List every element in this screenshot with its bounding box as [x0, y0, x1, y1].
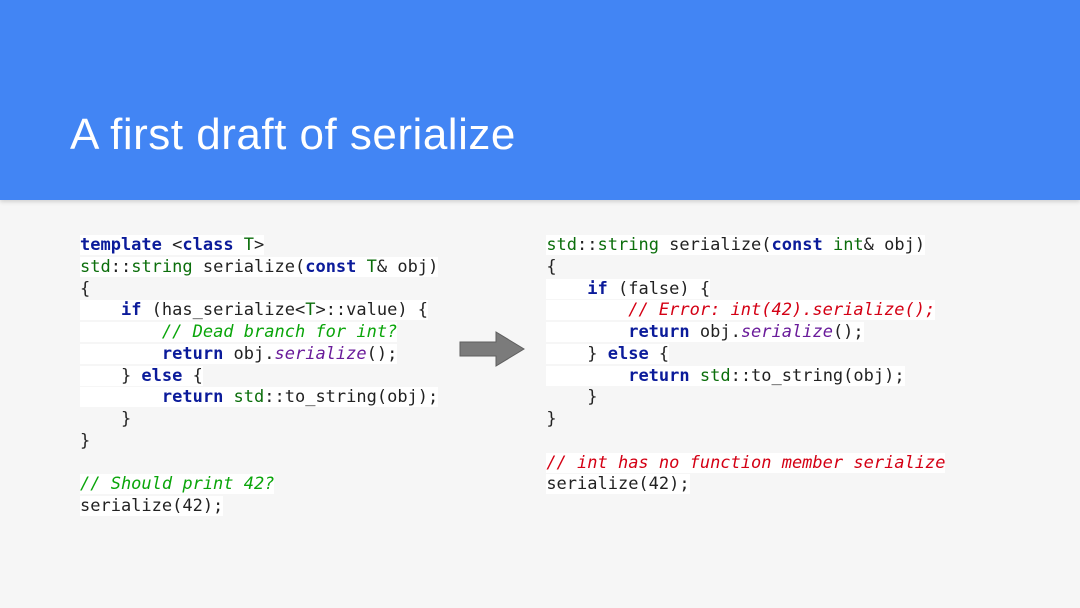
kw-class: class — [182, 235, 243, 255]
arrow-icon — [458, 235, 526, 373]
code-right-column: std::string serialize(const int& obj) { … — [546, 235, 945, 496]
code-left: template <class T> std::string serialize… — [80, 235, 438, 518]
code-left-column: template <class T> std::string serialize… — [80, 235, 438, 518]
kw-else: else — [141, 366, 192, 386]
kw-return: return — [162, 344, 234, 364]
comment-error: // Error: int(42).serialize(); — [628, 300, 935, 320]
type-int: int — [833, 235, 864, 255]
kw-const: const — [305, 257, 366, 277]
call-serialize-42-right: serialize(42); — [546, 474, 689, 494]
comment-should-print: // Should print 42? — [80, 474, 274, 494]
slide-body: template <class T> std::string serialize… — [0, 200, 1080, 518]
code-right: std::string serialize(const int& obj) { … — [546, 235, 945, 496]
slide-header: A first draft of serialize — [0, 0, 1080, 200]
kw-if: if — [121, 300, 152, 320]
cond-false: (false) { — [618, 279, 710, 299]
kw-template: template — [80, 235, 172, 255]
comment-dead-branch: // Dead branch for int? — [162, 322, 397, 342]
comment-no-member: // int has no function member serialize — [546, 453, 945, 473]
call-serialize-42-left: serialize(42); — [80, 496, 223, 516]
slide-title: A first draft of serialize — [70, 110, 516, 160]
member-serialize: serialize — [275, 344, 367, 364]
